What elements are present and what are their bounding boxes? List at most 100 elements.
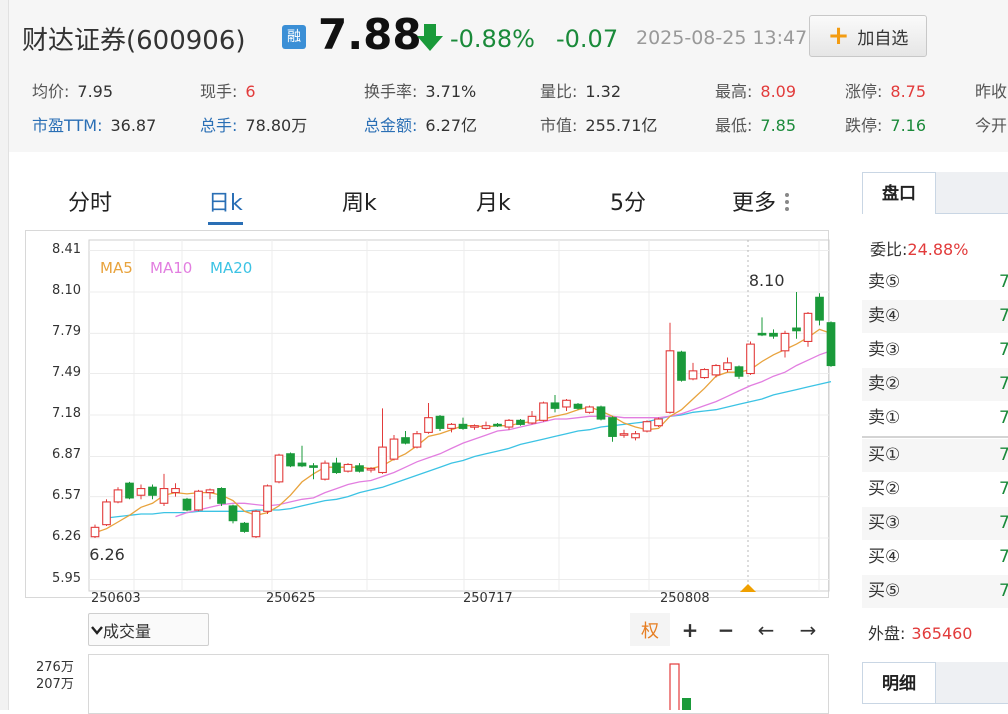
weibi-row: 委比:24.88%: [870, 236, 968, 260]
x-tick-label: 250717: [463, 591, 513, 606]
bid-row[interactable]: 买③ 7: [862, 507, 1008, 540]
stat-value: 3.71%: [425, 82, 477, 101]
y-tick-label: 8.10: [52, 282, 81, 298]
ask-row[interactable]: 卖① 7: [862, 402, 1008, 435]
stat-row1-1: 现手: 6: [200, 78, 256, 102]
x-tick-label: 250625: [266, 591, 316, 606]
stat-value: 1.32: [585, 82, 622, 101]
y-tick-label: 7.79: [52, 324, 81, 340]
chevron-down-icon: [91, 626, 103, 635]
outer-volume-value: 365460: [911, 624, 973, 643]
order-level-price: 7: [999, 513, 1008, 533]
outer-volume-label: 外盘:: [868, 624, 906, 643]
ask-row[interactable]: 卖③ 7: [862, 334, 1008, 367]
stat-value: 78.80万: [245, 116, 308, 135]
stat-row2-0: 市盈TTM: 36.87: [32, 112, 156, 136]
order-book-panel: 盘口 委比:24.88% 卖⑤ 7 卖④ 7 卖③ 7 卖② 7 卖① 7 买① 7 买② 7 买③ 7 买④ 7…: [862, 172, 1008, 704]
volume-chart-frame: [88, 654, 829, 714]
order-level-price: 7: [999, 374, 1008, 394]
stat-label[interactable]: 总手:: [200, 116, 237, 135]
volume-tick-label: 207万: [36, 677, 74, 692]
pan-left-button[interactable]: ←: [748, 613, 784, 646]
detail-tab-bg: [936, 662, 1008, 704]
ask-row[interactable]: 卖④ 7: [862, 300, 1008, 333]
stat-label[interactable]: 市盈TTM:: [32, 116, 102, 135]
stat-row1-4: 最高: 8.09: [715, 78, 796, 102]
stat-value: 6.27亿: [425, 116, 478, 135]
stat-row1-5: 涨停: 8.75: [845, 78, 926, 102]
order-level-label: 卖③: [868, 340, 901, 360]
stat-row2-1: 总手: 78.80万: [200, 112, 307, 136]
detail-tabs: 明细: [862, 662, 1008, 704]
weibi-label: 委比:: [870, 240, 908, 259]
tab-monthly-k[interactable]: 月k: [476, 185, 511, 217]
stat-row1-0: 均价: 7.95: [32, 78, 113, 102]
bid-row[interactable]: 买⑤ 7: [862, 575, 1008, 608]
tab-order-book[interactable]: 盘口: [862, 172, 936, 214]
order-level-price: 7: [999, 479, 1008, 499]
bid-row[interactable]: 买④ 7: [862, 541, 1008, 574]
stat-label: 最低:: [715, 116, 753, 135]
order-level-label: 买④: [868, 547, 901, 567]
order-level-price: 7: [999, 547, 1008, 567]
tab-intraday[interactable]: 分时: [68, 185, 112, 217]
stat-value: 6: [245, 82, 256, 101]
order-level-price: 7: [999, 445, 1008, 465]
y-tick-label: 5.95: [52, 570, 81, 586]
tab-more[interactable]: 更多: [732, 185, 776, 217]
stat-label: 涨停:: [845, 82, 883, 101]
stat-value: 255.71亿: [585, 116, 658, 135]
zoom-in-button[interactable]: +: [676, 613, 704, 646]
ask-row[interactable]: 卖⑤ 7: [862, 266, 1008, 299]
tab-detail[interactable]: 明细: [862, 662, 936, 704]
rights-adjust-button[interactable]: 权: [630, 613, 670, 646]
plus-icon: +: [827, 21, 850, 51]
stat-value: 7.95: [77, 82, 114, 101]
stat-label: 最高:: [715, 82, 753, 101]
order-level-label: 卖②: [868, 374, 901, 394]
bid-row[interactable]: 买② 7: [862, 473, 1008, 506]
margin-badge: 融: [282, 25, 306, 49]
order-level-price: 7: [999, 340, 1008, 360]
stat-label: 均价:: [32, 82, 70, 101]
order-level-price: 7: [999, 581, 1008, 601]
panel-tab-bg: [936, 172, 1008, 214]
add-watchlist-button[interactable]: + 加自选: [809, 15, 927, 57]
stat-row2-3: 市值: 255.71亿: [540, 112, 657, 136]
pan-right-button[interactable]: →: [790, 613, 826, 646]
order-level-label: 买②: [868, 479, 901, 499]
stat-value: 36.87: [110, 116, 157, 135]
ask-bid-divider: [862, 436, 1008, 438]
more-dots-icon[interactable]: [785, 193, 791, 214]
add-watchlist-label: 加自选: [857, 28, 909, 49]
tab-5min[interactable]: 5分: [610, 185, 646, 217]
order-level-price: 7: [999, 306, 1008, 326]
order-level-price: 7: [999, 272, 1008, 292]
bid-row[interactable]: 买① 7: [862, 439, 1008, 472]
period-tabs: 分时 日k 周k 月k 5分 更多: [26, 185, 826, 227]
current-price: 7.88: [318, 10, 422, 59]
y-tick-label: 7.49: [52, 364, 81, 380]
outer-volume-row: 外盘: 365460: [868, 620, 972, 644]
stat-value: 8.09: [760, 82, 797, 101]
tab-daily-k[interactable]: 日k: [208, 185, 243, 225]
zoom-out-button[interactable]: −: [712, 613, 740, 646]
stat-row2-4: 最低: 7.85: [715, 112, 796, 136]
quote-timestamp: 2025-08-25 13:47: [636, 27, 808, 49]
x-tick-label: 250808: [660, 591, 710, 606]
kline-chart-frame: [25, 230, 829, 598]
tab-weekly-k[interactable]: 周k: [342, 185, 377, 217]
stat-label: 昨收: [975, 82, 1008, 101]
down-arrow-icon: [417, 24, 443, 51]
indicator-select[interactable]: 成交量: [88, 613, 209, 646]
stat-label: 现手:: [200, 82, 238, 101]
stock-name: 财达证券(600906): [22, 26, 246, 56]
stat-label: 今开: [975, 116, 1008, 135]
ask-row[interactable]: 卖② 7: [862, 368, 1008, 401]
left-edge-bar: [0, 0, 9, 710]
y-tick-label: 6.26: [52, 529, 81, 545]
stat-label[interactable]: 总金额:: [364, 116, 417, 135]
y-tick-label: 6.87: [52, 447, 81, 463]
order-level-label: 卖④: [868, 306, 901, 326]
order-level-label: 买⑤: [868, 581, 901, 601]
